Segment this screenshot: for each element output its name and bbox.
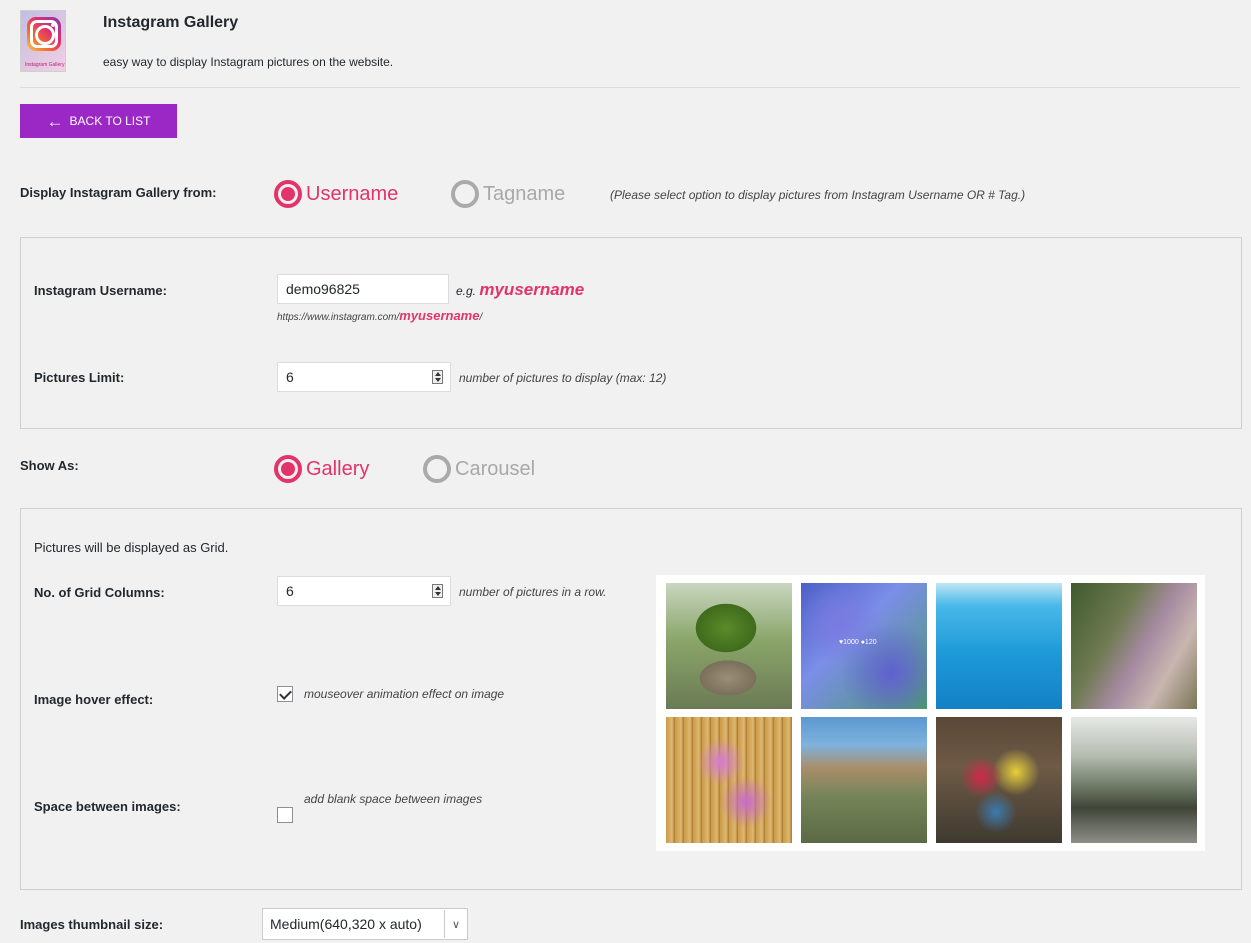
username-example: e.g. myusername: [456, 280, 584, 300]
radio-username[interactable]: Username: [274, 180, 398, 208]
radio-unselected-icon: [451, 180, 479, 208]
limit-label: Pictures Limit:: [34, 370, 125, 385]
space-between-hint: add blank space between images: [304, 792, 483, 806]
pictures-limit-input[interactable]: 6: [277, 362, 451, 392]
grid-columns-input[interactable]: 6: [277, 576, 451, 606]
app-logo: Instagram Gallery: [20, 10, 66, 72]
likes-count: 1000: [843, 639, 859, 646]
radio-gallery-label: Gallery: [306, 457, 370, 480]
hover-effect-checkbox[interactable]: [277, 686, 293, 702]
logo-caption: Instagram Gallery: [25, 62, 65, 68]
space-between-label: Space between images:: [34, 799, 181, 814]
thumbnail-size-value: Medium(640,320 x auto): [270, 916, 422, 932]
url-prefix: https://www.instagram.com/: [277, 312, 400, 323]
back-to-list-button[interactable]: ← BACK TO LIST: [20, 104, 177, 138]
spinner-icon[interactable]: [432, 584, 443, 598]
gallery-image-bouquet: [936, 717, 1062, 843]
radio-tagname[interactable]: Tagname: [451, 180, 565, 208]
example-username: myusername: [479, 280, 585, 299]
grid-intro: Pictures will be displayed as Grid.: [34, 540, 229, 555]
grid-columns-label: No. of Grid Columns:: [34, 585, 165, 600]
divider: [20, 87, 1240, 88]
gallery-image-cityscape: [801, 717, 927, 843]
chevron-down-icon[interactable]: ∨: [444, 910, 467, 938]
radio-selected-icon: [274, 180, 302, 208]
space-between-checkbox[interactable]: [277, 807, 293, 823]
page-subtitle: easy way to display Instagram pictures o…: [103, 55, 394, 69]
grid-columns-hint: number of pictures in a row.: [459, 585, 607, 599]
source-hint: (Please select option to display picture…: [610, 188, 1026, 202]
username-label: Instagram Username:: [34, 283, 167, 298]
comments-count: 120: [864, 639, 877, 646]
username-panel: [20, 237, 1242, 429]
gallery-image-water: [936, 583, 1062, 709]
hover-effect-hint: mouseover animation effect on image: [304, 687, 505, 701]
back-button-label: BACK TO LIST: [69, 114, 151, 128]
radio-unselected-icon: [423, 455, 451, 483]
limit-hint: number of pictures to display (max: 12): [459, 371, 667, 385]
source-label: Display Instagram Gallery from:: [20, 185, 217, 200]
gallery-image-clematis: [666, 717, 792, 843]
example-prefix: e.g.: [456, 284, 477, 298]
radio-tagname-label: Tagname: [483, 182, 566, 205]
show-as-label: Show As:: [20, 458, 79, 473]
thumbnail-size-label: Images thumbnail size:: [20, 917, 164, 932]
gallery-image-lavender: [1071, 583, 1197, 709]
profile-url: https://www.instagram.com/myusername/: [277, 308, 482, 323]
thumbnail-size-select[interactable]: Medium(640,320 x auto) ∨: [262, 908, 468, 940]
grid-columns-value: 6: [286, 583, 294, 599]
username-input[interactable]: demo96825: [277, 274, 449, 304]
spinner-icon[interactable]: [432, 370, 443, 384]
instagram-camera-icon: [27, 17, 61, 51]
image-stats-overlay: ♥1000 ●120: [839, 639, 877, 646]
url-suffix: /: [479, 312, 483, 323]
gallery-preview: ♥1000 ●120: [656, 575, 1205, 851]
url-username: myusername: [399, 308, 480, 323]
radio-carousel[interactable]: Carousel: [423, 455, 535, 483]
gallery-image-hydrangea: ♥1000 ●120: [801, 583, 927, 709]
radio-selected-icon: [274, 455, 302, 483]
arrow-left-icon: ←: [46, 111, 64, 131]
page-title: Instagram Gallery: [103, 14, 239, 31]
radio-username-label: Username: [306, 182, 399, 205]
radio-carousel-label: Carousel: [455, 457, 536, 480]
radio-gallery[interactable]: Gallery: [274, 455, 369, 483]
hover-effect-label: Image hover effect:: [34, 692, 154, 707]
limit-value: 6: [286, 369, 294, 385]
gallery-image-plant: [666, 583, 792, 709]
gallery-image-park: [1071, 717, 1197, 843]
